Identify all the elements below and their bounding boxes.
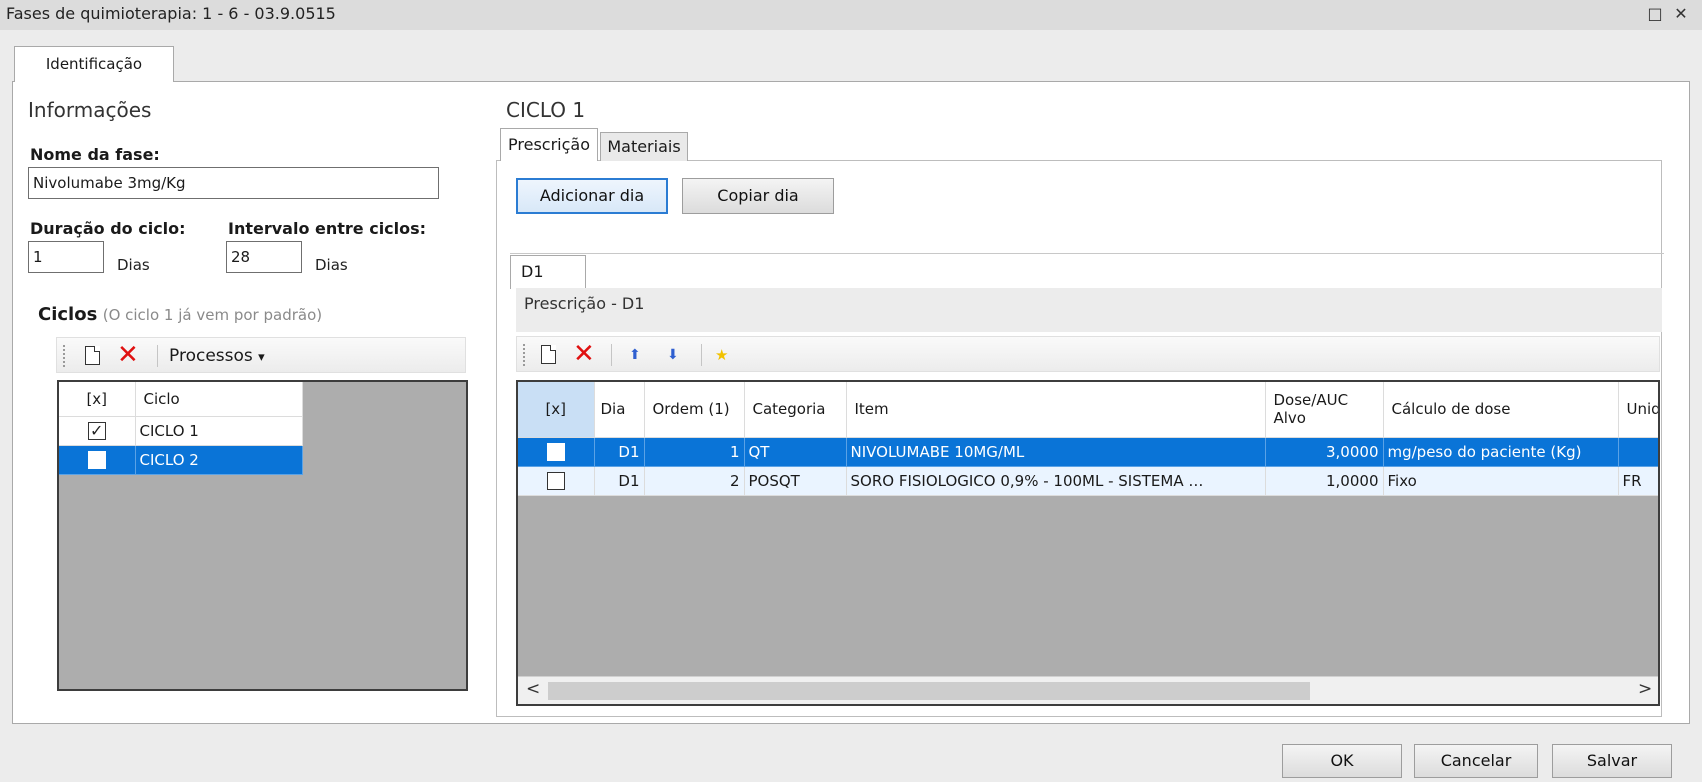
tab-prescricao[interactable]: Prescrição <box>500 128 598 161</box>
table-row[interactable]: D1 2 POSQT SORO FISIOLOGICO 0,9% - 100ML… <box>518 466 1658 496</box>
col-unid[interactable]: Unid <box>1618 382 1658 438</box>
scroll-left-icon[interactable]: < <box>526 679 540 699</box>
cycles-hint: (O ciclo 1 já vem por padrão) <box>102 306 323 324</box>
checkbox-checked[interactable] <box>87 421 106 440</box>
col-categoria[interactable]: Categoria <box>744 382 847 438</box>
tab-d1[interactable]: D1 <box>510 255 586 289</box>
col-ciclo[interactable]: Ciclo <box>135 382 303 417</box>
close-icon[interactable]: ✕ <box>1670 3 1692 25</box>
prescription-table: [x] Dia Ordem (1) Categoria Item Dose/AU… <box>518 382 1658 496</box>
favorite-icon[interactable]: ★ <box>715 344 728 366</box>
prescription-grid: [x] Dia Ordem (1) Categoria Item Dose/AU… <box>516 380 1660 706</box>
new-document-icon[interactable] <box>541 345 556 364</box>
col-ordem[interactable]: Ordem (1) <box>644 382 745 438</box>
cell-dia: D1 <box>594 466 645 496</box>
cell-calculo: mg/peso do paciente (Kg) <box>1383 437 1619 467</box>
grid-header-row: [x] Dia Ordem (1) Categoria Item Dose/AU… <box>518 382 1658 438</box>
col-check[interactable]: [x] <box>59 382 136 417</box>
title-bar: Fases de quimioterapia: 1 - 6 - 03.9.051… <box>0 0 1702 30</box>
day-tab-strip <box>510 253 1664 254</box>
chevron-down-icon: ▾ <box>258 350 265 365</box>
new-document-icon[interactable] <box>85 346 100 365</box>
window-title: Fases de quimioterapia: 1 - 6 - 03.9.051… <box>6 4 336 23</box>
row-checkbox-cell[interactable] <box>518 466 595 496</box>
cell-ordem: 1 <box>644 437 745 467</box>
table-row-selected[interactable]: CICLO 2 <box>59 445 303 475</box>
cell-item: NIVOLUMABE 10MG/ML <box>846 437 1266 467</box>
toolbar-separator <box>157 345 158 367</box>
copy-day-button[interactable]: Copiar dia <box>682 178 834 214</box>
prescription-caption: Prescrição - D1 <box>524 294 645 313</box>
section-informacoes: Informações <box>28 98 152 122</box>
scroll-right-icon[interactable]: > <box>1638 679 1652 699</box>
processos-dropdown[interactable]: Processos ▾ <box>169 346 265 366</box>
cycle-title: CICLO 1 <box>506 98 586 122</box>
toolbar-grip <box>63 345 66 367</box>
cycle-duration-label: Duração do ciclo: <box>30 219 186 238</box>
row-checkbox-cell[interactable] <box>59 416 136 446</box>
interval-unit: Dias <box>315 256 348 274</box>
table-row-selected[interactable]: D1 1 QT NIVOLUMABE 10MG/ML 3,0000 mg/pes… <box>518 437 1658 467</box>
col-item[interactable]: Item <box>846 382 1266 438</box>
cycles-title: Ciclos <box>38 304 98 325</box>
prescription-caption-bar: Prescrição - D1 <box>516 288 1662 332</box>
cell-calculo: Fixo <box>1383 466 1619 496</box>
cycles-header-row: [x] Ciclo <box>59 382 303 417</box>
toolbar-separator <box>701 344 702 366</box>
cycles-grid: [x] Ciclo CICLO 1 CICLO 2 <box>57 380 468 691</box>
col-dose[interactable]: Dose/AUC Alvo <box>1265 382 1384 438</box>
cycle-name: CICLO 1 <box>135 416 303 446</box>
checkbox-unchecked[interactable] <box>87 450 106 469</box>
cell-dose: 3,0000 <box>1265 437 1384 467</box>
move-up-icon[interactable]: ⬆ <box>629 344 641 366</box>
tab-materiais[interactable]: Materiais <box>600 132 688 161</box>
prescription-toolbar: ✕ ⬆ ⬇ ★ <box>516 336 1660 372</box>
cycles-table: [x] Ciclo CICLO 1 CICLO 2 <box>59 382 303 475</box>
delete-icon[interactable]: ✕ <box>117 342 139 368</box>
scrollbar-thumb[interactable] <box>548 682 1310 700</box>
move-down-icon[interactable]: ⬇ <box>667 344 679 366</box>
cell-item: SORO FISIOLOGICO 0,9% - 100ML - SISTEMA … <box>846 466 1266 496</box>
cell-categoria: QT <box>744 437 847 467</box>
row-checkbox-cell[interactable] <box>59 445 136 475</box>
interval-label: Intervalo entre ciclos: <box>228 219 427 238</box>
table-row[interactable]: CICLO 1 <box>59 416 303 446</box>
cell-dia: D1 <box>594 437 645 467</box>
cell-ordem: 2 <box>644 466 745 496</box>
cycle-duration-input[interactable]: 1 <box>28 241 104 273</box>
toolbar-separator <box>611 344 612 366</box>
processos-label: Processos <box>169 346 253 366</box>
row-checkbox-cell[interactable] <box>518 437 595 467</box>
cell-unid <box>1618 437 1658 467</box>
checkbox-unchecked[interactable] <box>546 442 565 461</box>
phase-name-input[interactable]: Nivolumabe 3mg/Kg <box>28 167 439 199</box>
cycle-duration-unit: Dias <box>117 256 150 274</box>
col-dia[interactable]: Dia <box>594 382 645 438</box>
save-button[interactable]: Salvar <box>1552 744 1672 778</box>
add-day-button[interactable]: Adicionar dia <box>516 178 668 214</box>
maximize-icon[interactable]: □ <box>1644 3 1666 25</box>
col-calculo[interactable]: Cálculo de dose <box>1383 382 1619 438</box>
cycles-header: Ciclos (O ciclo 1 já vem por padrão) <box>38 304 322 325</box>
cell-categoria: POSQT <box>744 466 847 496</box>
tab-identificacao[interactable]: Identificação <box>14 46 174 82</box>
cycles-toolbar: ✕ Processos ▾ <box>56 337 466 373</box>
horizontal-scrollbar[interactable]: < > <box>518 676 1658 704</box>
cell-unid: FR <box>1618 466 1658 496</box>
toolbar-grip <box>523 344 526 366</box>
col-check[interactable]: [x] <box>518 382 595 438</box>
cell-dose: 1,0000 <box>1265 466 1384 496</box>
delete-icon[interactable]: ✕ <box>573 341 595 367</box>
cycle-name: CICLO 2 <box>135 445 303 475</box>
interval-input[interactable]: 28 <box>226 241 302 273</box>
cancel-button[interactable]: Cancelar <box>1414 744 1538 778</box>
checkbox-unchecked[interactable] <box>546 471 565 490</box>
ok-button[interactable]: OK <box>1282 744 1402 778</box>
phase-name-label: Nome da fase: <box>30 145 160 164</box>
